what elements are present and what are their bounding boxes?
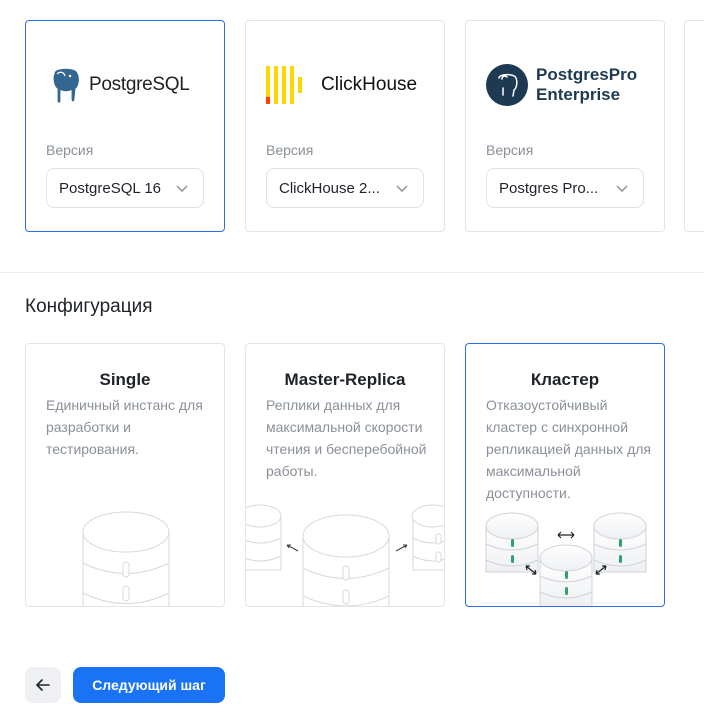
config-description: Единичный инстанс для разработки и тести… [46,397,203,457]
db-card-postgresql[interactable]: PostgreSQL Версия PostgreSQL 16 [25,20,225,232]
version-label: Версия [486,142,534,158]
clickhouse-logo: ClickHouse [266,55,446,115]
config-card-cluster[interactable]: Кластер Отказоустойчивый кластер с синхр… [465,343,665,607]
version-select-postgresql[interactable]: PostgreSQL 16 [46,168,204,208]
configuration-title: Конфигурация [25,296,153,317]
version-value: ClickHouse 2... [279,179,380,197]
next-step-button[interactable]: Следующий шаг [73,667,225,703]
section-divider [0,272,704,273]
clickhouse-bars-icon [266,66,302,104]
clickhouse-logo-text: ClickHouse [321,74,418,95]
back-button[interactable] [25,667,61,703]
postgresql-logo: PostgreSQL [46,55,226,115]
postgrespro-logo-text-line2: Enterprise [536,85,621,104]
elephant-icon [52,67,81,104]
version-select-postgrespro[interactable]: Postgres Pro... [486,168,644,208]
db-card-postgrespro[interactable]: PostgresPro Enterprise Версия Postgres P… [465,20,665,232]
version-label: Версия [46,142,94,158]
postgrespro-elephant-icon [486,64,528,106]
config-title: Кластер [530,370,600,389]
chevron-down-icon [616,185,628,193]
config-card-master-replica[interactable]: Master-Replica Реплики данных для максим… [245,343,445,607]
postgrespro-logo-text-line1: PostgresPro [536,65,638,84]
config-description: Отказоустойчивый кластер с синхронной ре… [486,397,651,501]
version-label: Версия [266,142,314,158]
db-card-partial[interactable] [684,20,704,232]
db-card-clickhouse[interactable]: ClickHouse Версия ClickHouse 2... [245,20,445,232]
postgrespro-logo: PostgresPro Enterprise [486,55,666,115]
chevron-down-icon [176,185,188,193]
config-card-single[interactable]: Single Единичный инстанс для разработки … [25,343,225,607]
chevron-down-icon [396,185,408,193]
config-title: Single [99,370,151,389]
version-value: Postgres Pro... [499,179,599,197]
postgresql-logo-text: PostgreSQL [89,74,190,95]
version-value: PostgreSQL 16 [59,179,162,197]
config-title: Master-Replica [284,370,406,389]
version-select-clickhouse[interactable]: ClickHouse 2... [266,168,424,208]
arrow-left-icon [36,679,50,691]
config-description: Реплики данных для максимальной скорости… [266,397,427,479]
